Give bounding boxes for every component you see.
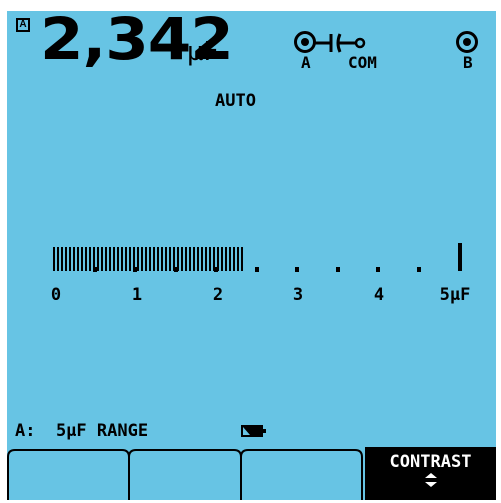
softkey-f1-outline	[7, 449, 130, 500]
bargraph-dot	[416, 267, 421, 272]
bargraph-end-tick	[458, 243, 462, 271]
bargraph-dot	[295, 267, 299, 272]
softkey-bar: CONTRAST	[7, 447, 496, 500]
probe-connection-diagram: A COM B	[292, 31, 492, 91]
scale-label-4: 4	[373, 285, 385, 305]
com-label: COM	[348, 53, 377, 72]
input-a-label: A	[301, 53, 311, 72]
range-status-text: A: 5µF RANGE	[15, 421, 149, 441]
input-b-label: B	[463, 53, 473, 72]
bargraph-dot	[254, 267, 259, 272]
scale-label-2: 2	[212, 285, 224, 305]
softkey-f3-outline	[240, 449, 363, 500]
contrast-softkey[interactable]: CONTRAST	[365, 447, 496, 500]
softkey-f1[interactable]	[7, 447, 130, 500]
bargraph-dot	[92, 267, 97, 272]
scale-label-0: 0	[50, 285, 62, 305]
reading-unit: µF	[187, 37, 219, 67]
bargraph-dot	[335, 267, 340, 272]
input-a-jack-icon	[294, 31, 316, 53]
softkey-f2[interactable]	[128, 447, 242, 500]
contrast-label: CONTRAST	[389, 452, 472, 472]
range-mode-indicator: AUTO	[215, 91, 256, 111]
scale-label-5: 5µF	[439, 285, 471, 305]
status-line: A: 5µF RANGE	[7, 421, 496, 445]
softkey-f3[interactable]	[240, 447, 363, 500]
softkey-f2-outline	[128, 449, 242, 500]
capacitor-symbol-icon	[314, 33, 366, 53]
scale-label-1: 1	[131, 285, 143, 305]
bargraph-dot	[376, 267, 380, 272]
scale-label-3: 3	[292, 285, 304, 305]
up-down-arrows-icon	[424, 473, 437, 487]
analog-bargraph: 0 1 2 3 4 5µF	[7, 236, 496, 306]
channel-badge: A	[16, 18, 30, 32]
bargraph-dot	[173, 267, 178, 272]
battery-icon	[241, 425, 266, 437]
meter-display: A 2,342 µF AUTO A COM B 0 1 2 3 4 5µF A:…	[7, 11, 496, 500]
bargraph-dot	[133, 267, 137, 272]
bargraph-dot	[214, 267, 218, 272]
input-b-jack-icon	[456, 31, 478, 53]
